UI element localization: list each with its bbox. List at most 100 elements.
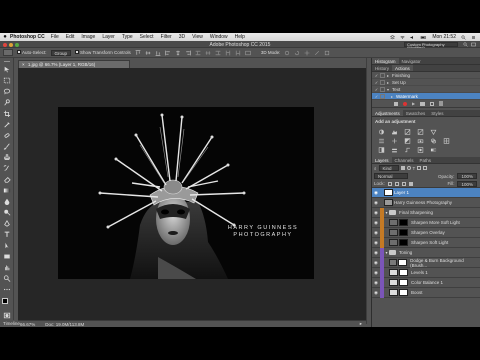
auto-select-checkbox[interactable]: Auto-Select: — [17, 50, 47, 55]
document-area[interactable]: HARRY GUINNESS PHOTOGRAPHY — [18, 68, 366, 320]
3d-pan-icon[interactable] — [304, 50, 310, 56]
move-tool-icon[interactable] — [3, 66, 11, 73]
layer-row[interactable]: ◉ Levels 1 — [372, 267, 480, 278]
3d-rotate-icon[interactable] — [284, 50, 290, 56]
brightness-contrast-icon[interactable] — [378, 129, 385, 135]
align-left-icon[interactable] — [165, 50, 171, 56]
history-brush-tool-icon[interactable] — [3, 165, 11, 172]
crop-tool-icon[interactable] — [3, 110, 11, 117]
search-icon[interactable] — [463, 42, 468, 47]
visibility-eye-icon[interactable]: ◉ — [372, 190, 380, 196]
play-icon[interactable]: ▶ — [412, 101, 415, 106]
levels-icon[interactable] — [391, 129, 398, 135]
photo-filter-icon[interactable] — [417, 138, 424, 144]
distribute-top-icon[interactable] — [195, 50, 201, 56]
menu-view[interactable]: View — [192, 34, 203, 40]
menu-help[interactable]: Help — [235, 34, 245, 40]
eyedropper-tool-icon[interactable] — [3, 121, 11, 128]
tab-styles[interactable]: Styles — [428, 110, 446, 116]
visibility-eye-icon[interactable]: ◉ — [372, 280, 380, 286]
menu-file[interactable]: File — [51, 34, 59, 40]
menu-image[interactable]: Image — [81, 34, 95, 40]
timeline-tab[interactable]: Timeline — [3, 321, 20, 326]
eraser-tool-icon[interactable] — [3, 176, 11, 183]
quick-mask-icon[interactable] — [3, 312, 11, 319]
stop-recording-icon[interactable] — [394, 101, 398, 106]
menu-window[interactable]: Window — [210, 34, 228, 40]
pen-tool-icon[interactable] — [3, 220, 11, 227]
hue-saturation-icon[interactable] — [378, 138, 385, 144]
distribute-middle-icon[interactable] — [205, 50, 211, 56]
zoom-tool-icon[interactable] — [3, 275, 11, 282]
tab-history[interactable]: History — [372, 65, 392, 71]
vibrance-icon[interactable] — [430, 129, 437, 136]
blend-mode-dropdown[interactable]: Normal — [374, 173, 408, 179]
selective-color-icon[interactable] — [417, 147, 424, 153]
foreground-color-swatch[interactable] — [2, 298, 8, 304]
filter-shape-icon[interactable] — [417, 166, 422, 170]
action-row-selected[interactable]: ✓ ▸ Watermark — [372, 93, 480, 100]
menu-select[interactable]: Select — [140, 34, 154, 40]
align-top-icon[interactable] — [135, 49, 141, 56]
opacity-input[interactable]: 100% — [457, 173, 477, 179]
action-row[interactable]: ✓ ▾ Text — [372, 86, 480, 93]
clock[interactable]: Mon 21:52 — [432, 34, 456, 40]
action-row[interactable]: ✓ ▸ Finishing — [372, 72, 480, 79]
layer-row[interactable]: ◉ Dodge & Burn Background (Brush... — [372, 257, 480, 268]
tab-navigator[interactable]: Navigator — [399, 58, 424, 64]
menu-type[interactable]: Type — [122, 34, 133, 40]
curves-icon[interactable] — [404, 129, 411, 135]
align-right-icon[interactable] — [185, 50, 191, 56]
layer-row[interactable]: ◉ Sharpen Overlay — [372, 227, 480, 238]
search-icon[interactable] — [461, 35, 466, 40]
layer-row[interactable]: ◉ Harry Guinness Photography — [372, 198, 480, 208]
brush-tool-icon[interactable] — [3, 143, 11, 150]
posterize-icon[interactable] — [391, 147, 398, 153]
lock-pixels-icon[interactable] — [394, 181, 399, 186]
visibility-eye-icon[interactable]: ◉ — [372, 250, 380, 256]
share-icon[interactable] — [471, 42, 476, 47]
gradient-map-icon[interactable] — [430, 147, 437, 153]
type-tool-icon[interactable] — [3, 231, 11, 238]
tab-histogram[interactable]: Histogram — [372, 58, 399, 64]
battery-icon[interactable] — [420, 35, 427, 40]
auto-align-icon[interactable] — [245, 50, 251, 56]
wifi-icon[interactable] — [400, 35, 406, 40]
layer-group-row[interactable]: ◉ ▾ Final Sharpening — [372, 207, 480, 218]
healing-brush-tool-icon[interactable] — [3, 132, 11, 139]
filter-pixel-icon[interactable] — [400, 166, 405, 170]
layer-row[interactable]: ◉ Sharpen Soft Light — [372, 237, 480, 248]
blur-tool-icon[interactable] — [3, 198, 11, 205]
lock-transparent-icon[interactable] — [387, 181, 392, 186]
tab-swatches[interactable]: Swatches — [403, 110, 429, 116]
3d-roll-icon[interactable] — [294, 50, 300, 56]
visibility-eye-icon[interactable]: ◉ — [372, 240, 380, 246]
tab-adjustments[interactable]: Adjustments — [372, 110, 403, 116]
align-center-icon[interactable] — [175, 50, 181, 56]
new-set-icon[interactable] — [420, 101, 426, 106]
new-action-icon[interactable] — [430, 101, 435, 106]
notification-center-icon[interactable] — [471, 35, 476, 40]
volume-icon[interactable] — [410, 35, 415, 40]
visibility-eye-icon[interactable]: ◉ — [372, 260, 380, 266]
lock-position-icon[interactable] — [401, 181, 406, 186]
layer-row-selected[interactable]: ◉ Layer 1 — [372, 188, 480, 198]
3d-slide-icon[interactable] — [314, 50, 320, 56]
menu-edit[interactable]: Edit — [66, 34, 75, 40]
quick-selection-tool-icon[interactable] — [3, 99, 11, 106]
hand-tool-icon[interactable] — [3, 264, 11, 271]
close-document-icon[interactable]: × — [22, 62, 25, 67]
menu-filter[interactable]: Filter — [161, 34, 172, 40]
visibility-eye-icon[interactable]: ◉ — [372, 210, 380, 216]
layer-row[interactable]: ◉ Color Balance 1 — [372, 277, 480, 288]
action-row[interactable]: ✓ ▸ Set Up — [372, 79, 480, 86]
rectangle-tool-icon[interactable] — [3, 253, 11, 260]
record-icon[interactable] — [403, 101, 407, 106]
layer-filter-kind[interactable]: Kind — [378, 165, 399, 171]
visibility-eye-icon[interactable]: ◉ — [372, 230, 380, 236]
move-tool-preset-button[interactable] — [3, 49, 13, 56]
auto-select-dropdown[interactable]: Group — [50, 49, 72, 56]
path-selection-tool-icon[interactable] — [3, 242, 11, 249]
align-bottom-icon[interactable] — [155, 50, 161, 56]
trash-icon[interactable] — [439, 101, 444, 106]
